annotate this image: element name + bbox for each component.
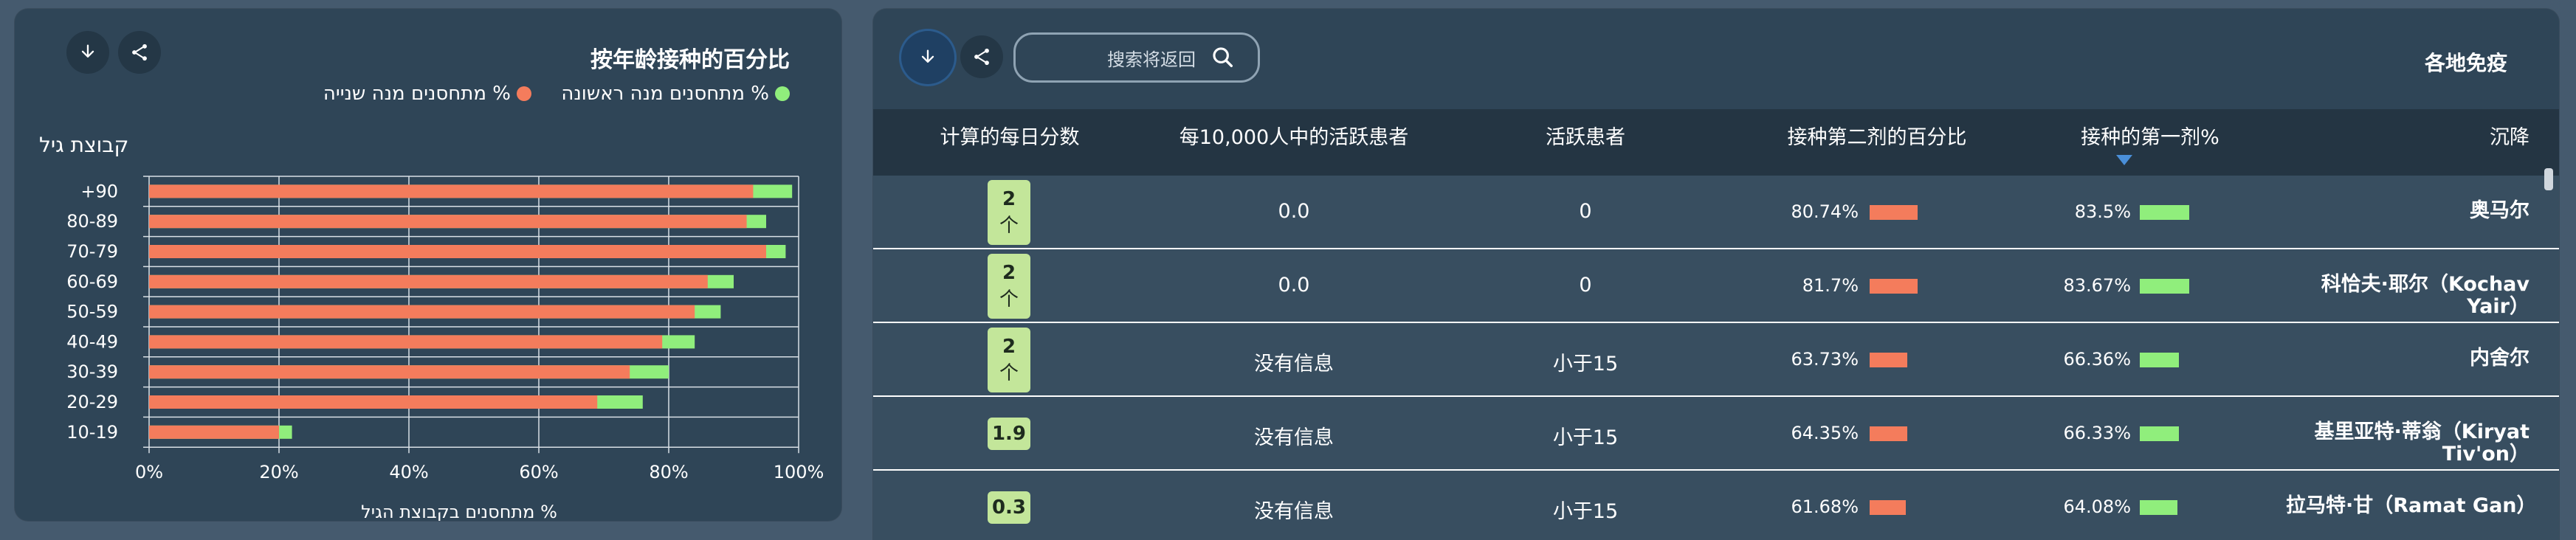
download-button[interactable] [901, 31, 954, 84]
bar-second-dose [149, 305, 695, 319]
column-header-active[interactable]: 活跃患者 [1493, 121, 1678, 150]
scrollbar-thumb[interactable] [2544, 168, 2553, 190]
sort-desc-icon[interactable] [2116, 155, 2132, 165]
table-row[interactable]: 1.9 没有信息 小于15 64.35% 66.33% 基里亚特·蒂翁（Kiryat Ti… [873, 397, 2559, 471]
y-tick-label: 40-49 [66, 331, 118, 352]
second-dose-bar [1870, 353, 1907, 367]
age-vaccination-panel: 按年龄接种的百分比 % מתחסנים מנה ראשונה % מתחסנים… [15, 9, 841, 521]
x-tick-label: 0% [135, 462, 163, 482]
second-dose-pct: 63.73% [1791, 349, 1859, 370]
active-patients-cell: 0 [1579, 274, 1592, 297]
first-dose-bar [2140, 205, 2189, 220]
daily-score-badge: 2个 [988, 254, 1030, 319]
search-icon [1213, 47, 1233, 68]
column-header-second-dose[interactable]: 接种第二剂的百分比 [1737, 121, 2017, 150]
daily-score-badge: 2个 [988, 328, 1030, 392]
x-tick-label: 40% [389, 462, 428, 482]
daily-score-unit: 个 [999, 361, 1019, 384]
city-name[interactable]: 基里亚特·蒂翁（Kiryat Tiv'on） [2286, 421, 2529, 465]
column-header-active-per-10k[interactable]: 每10,000人中的活跃患者 [1146, 121, 1442, 150]
y-tick-label: +90 [80, 181, 118, 201]
x-tick-label: 100% [774, 462, 824, 482]
active-per-10k-cell: 0.0 [1278, 200, 1310, 223]
first-dose-bar [2140, 279, 2189, 294]
table-row[interactable]: 2 个没有信息 小于15 63.73% 66.36% 内舍尔 [873, 323, 2559, 397]
second-dose-bar [1870, 205, 1918, 220]
active-patients-cell: 小于15 [1552, 353, 1619, 375]
y-tick-label: 60-69 [66, 271, 118, 292]
y-tick-label: 30-39 [66, 361, 118, 382]
daily-score-value: 2 [1002, 335, 1016, 358]
daily-score-unit: 个 [999, 288, 1019, 311]
table-row[interactable]: 2 个 0.0 0 80.74% 83.5% 奥马尔 [873, 176, 2559, 249]
active-per-10k-cell: 没有信息 [1254, 500, 1334, 523]
city-name[interactable]: 科恰夫·耶尔（Kochav Yair） [2286, 274, 2529, 318]
search-placeholder: 搜索将返回 [1107, 49, 1196, 70]
first-dose-pct: 64.08% [2063, 496, 2131, 517]
daily-score-unit: 个 [999, 214, 1019, 237]
bar-second-dose [149, 425, 279, 439]
x-tick-label: 60% [519, 462, 558, 482]
active-patients-cell: 小于15 [1552, 426, 1619, 449]
table-row[interactable]: 0.3 没有信息 小于15 61.68% 64.08% 拉马特·甘（Ramat Gan） [873, 471, 2559, 540]
y-tick-label: 70-79 [66, 241, 118, 262]
y-tick-label: 20-29 [66, 392, 118, 412]
daily-score-value: 2 [1002, 187, 1016, 210]
bar-second-dose [149, 395, 598, 409]
daily-score-badge: 1.9 [988, 418, 1030, 450]
search-input[interactable]: 搜索将返回 [1013, 32, 1260, 83]
bar-second-dose [149, 274, 708, 288]
active-patients-cell: 小于15 [1552, 500, 1619, 523]
active-per-10k-cell: 0.0 [1278, 274, 1310, 297]
daily-score-value: 1.9 [991, 423, 1027, 445]
first-dose-pct: 83.67% [2063, 275, 2131, 296]
city-name[interactable]: 奥马尔 [2286, 200, 2529, 222]
second-dose-bar [1870, 500, 1907, 515]
first-dose-pct: 66.36% [2063, 349, 2131, 370]
y-tick-label: 50-59 [66, 302, 118, 322]
city-immunity-panel: 搜索将返回 各地免疫 计算的每日分数 每10,000人中的活跃患者 活跃患者 接… [873, 9, 2559, 540]
second-dose-pct: 80.74% [1791, 201, 1859, 222]
y-tick-label: 80-89 [66, 211, 118, 232]
second-dose-bar [1870, 426, 1908, 441]
x-axis-label: % מתחסנים בקבוצת הגיל [361, 502, 557, 521]
bar-second-dose [149, 215, 747, 229]
download-icon [921, 49, 934, 63]
active-per-10k-cell: 没有信息 [1254, 426, 1334, 449]
age-bar-chart: 0% 20% 40% 60% 80% 100% +90 80-89 70-79 60-69 50-5… [66, 176, 824, 521]
first-dose-pct: 66.33% [2063, 423, 2131, 443]
first-dose-pct: 83.5% [2074, 201, 2131, 222]
x-tick-label: 80% [649, 462, 688, 482]
column-header-city[interactable]: 沉降 [2490, 121, 2529, 150]
city-name[interactable]: 拉马特·甘（Ramat Gan） [2286, 495, 2537, 517]
y-tick-label: 10-19 [66, 422, 118, 443]
second-dose-pct: 64.35% [1791, 423, 1859, 443]
first-dose-bar [2140, 353, 2180, 367]
active-patients-cell: 0 [1579, 200, 1592, 223]
first-dose-bar [2140, 500, 2178, 515]
panel-title: 各地免疫 [2424, 51, 2507, 75]
column-header-daily-score[interactable]: 计算的每日分数 [917, 121, 1102, 150]
bar-second-dose [149, 365, 630, 379]
share-button[interactable] [960, 35, 1003, 78]
bar-second-dose [149, 335, 663, 349]
share-icon [974, 48, 989, 66]
daily-score-badge: 2个 [988, 180, 1030, 245]
city-name[interactable]: 内舍尔 [2286, 347, 2529, 370]
bar-second-dose [149, 184, 754, 198]
first-dose-bar [2140, 426, 2180, 441]
table-row[interactable]: 2 个 0.0 0 81.7% 83.67% 科恰夫·耶尔（Kochav Yair） [873, 249, 2559, 323]
x-tick-label: 20% [259, 462, 298, 482]
second-dose-bar [1870, 279, 1918, 294]
second-dose-pct: 81.7% [1802, 275, 1859, 296]
bar-second-dose [149, 245, 766, 258]
daily-score-value: 0.3 [991, 496, 1027, 519]
daily-score-badge: 0.3 [988, 491, 1030, 524]
column-header-first-dose[interactable]: 接种的第一剂% [2032, 121, 2268, 150]
daily-score-value: 2 [1002, 261, 1016, 284]
table-header: 计算的每日分数 每10,000人中的活跃患者 活跃患者 接种第二剂的百分比 接种… [873, 109, 2559, 176]
active-per-10k-cell: 没有信息 [1254, 353, 1334, 375]
second-dose-pct: 61.68% [1791, 496, 1859, 517]
